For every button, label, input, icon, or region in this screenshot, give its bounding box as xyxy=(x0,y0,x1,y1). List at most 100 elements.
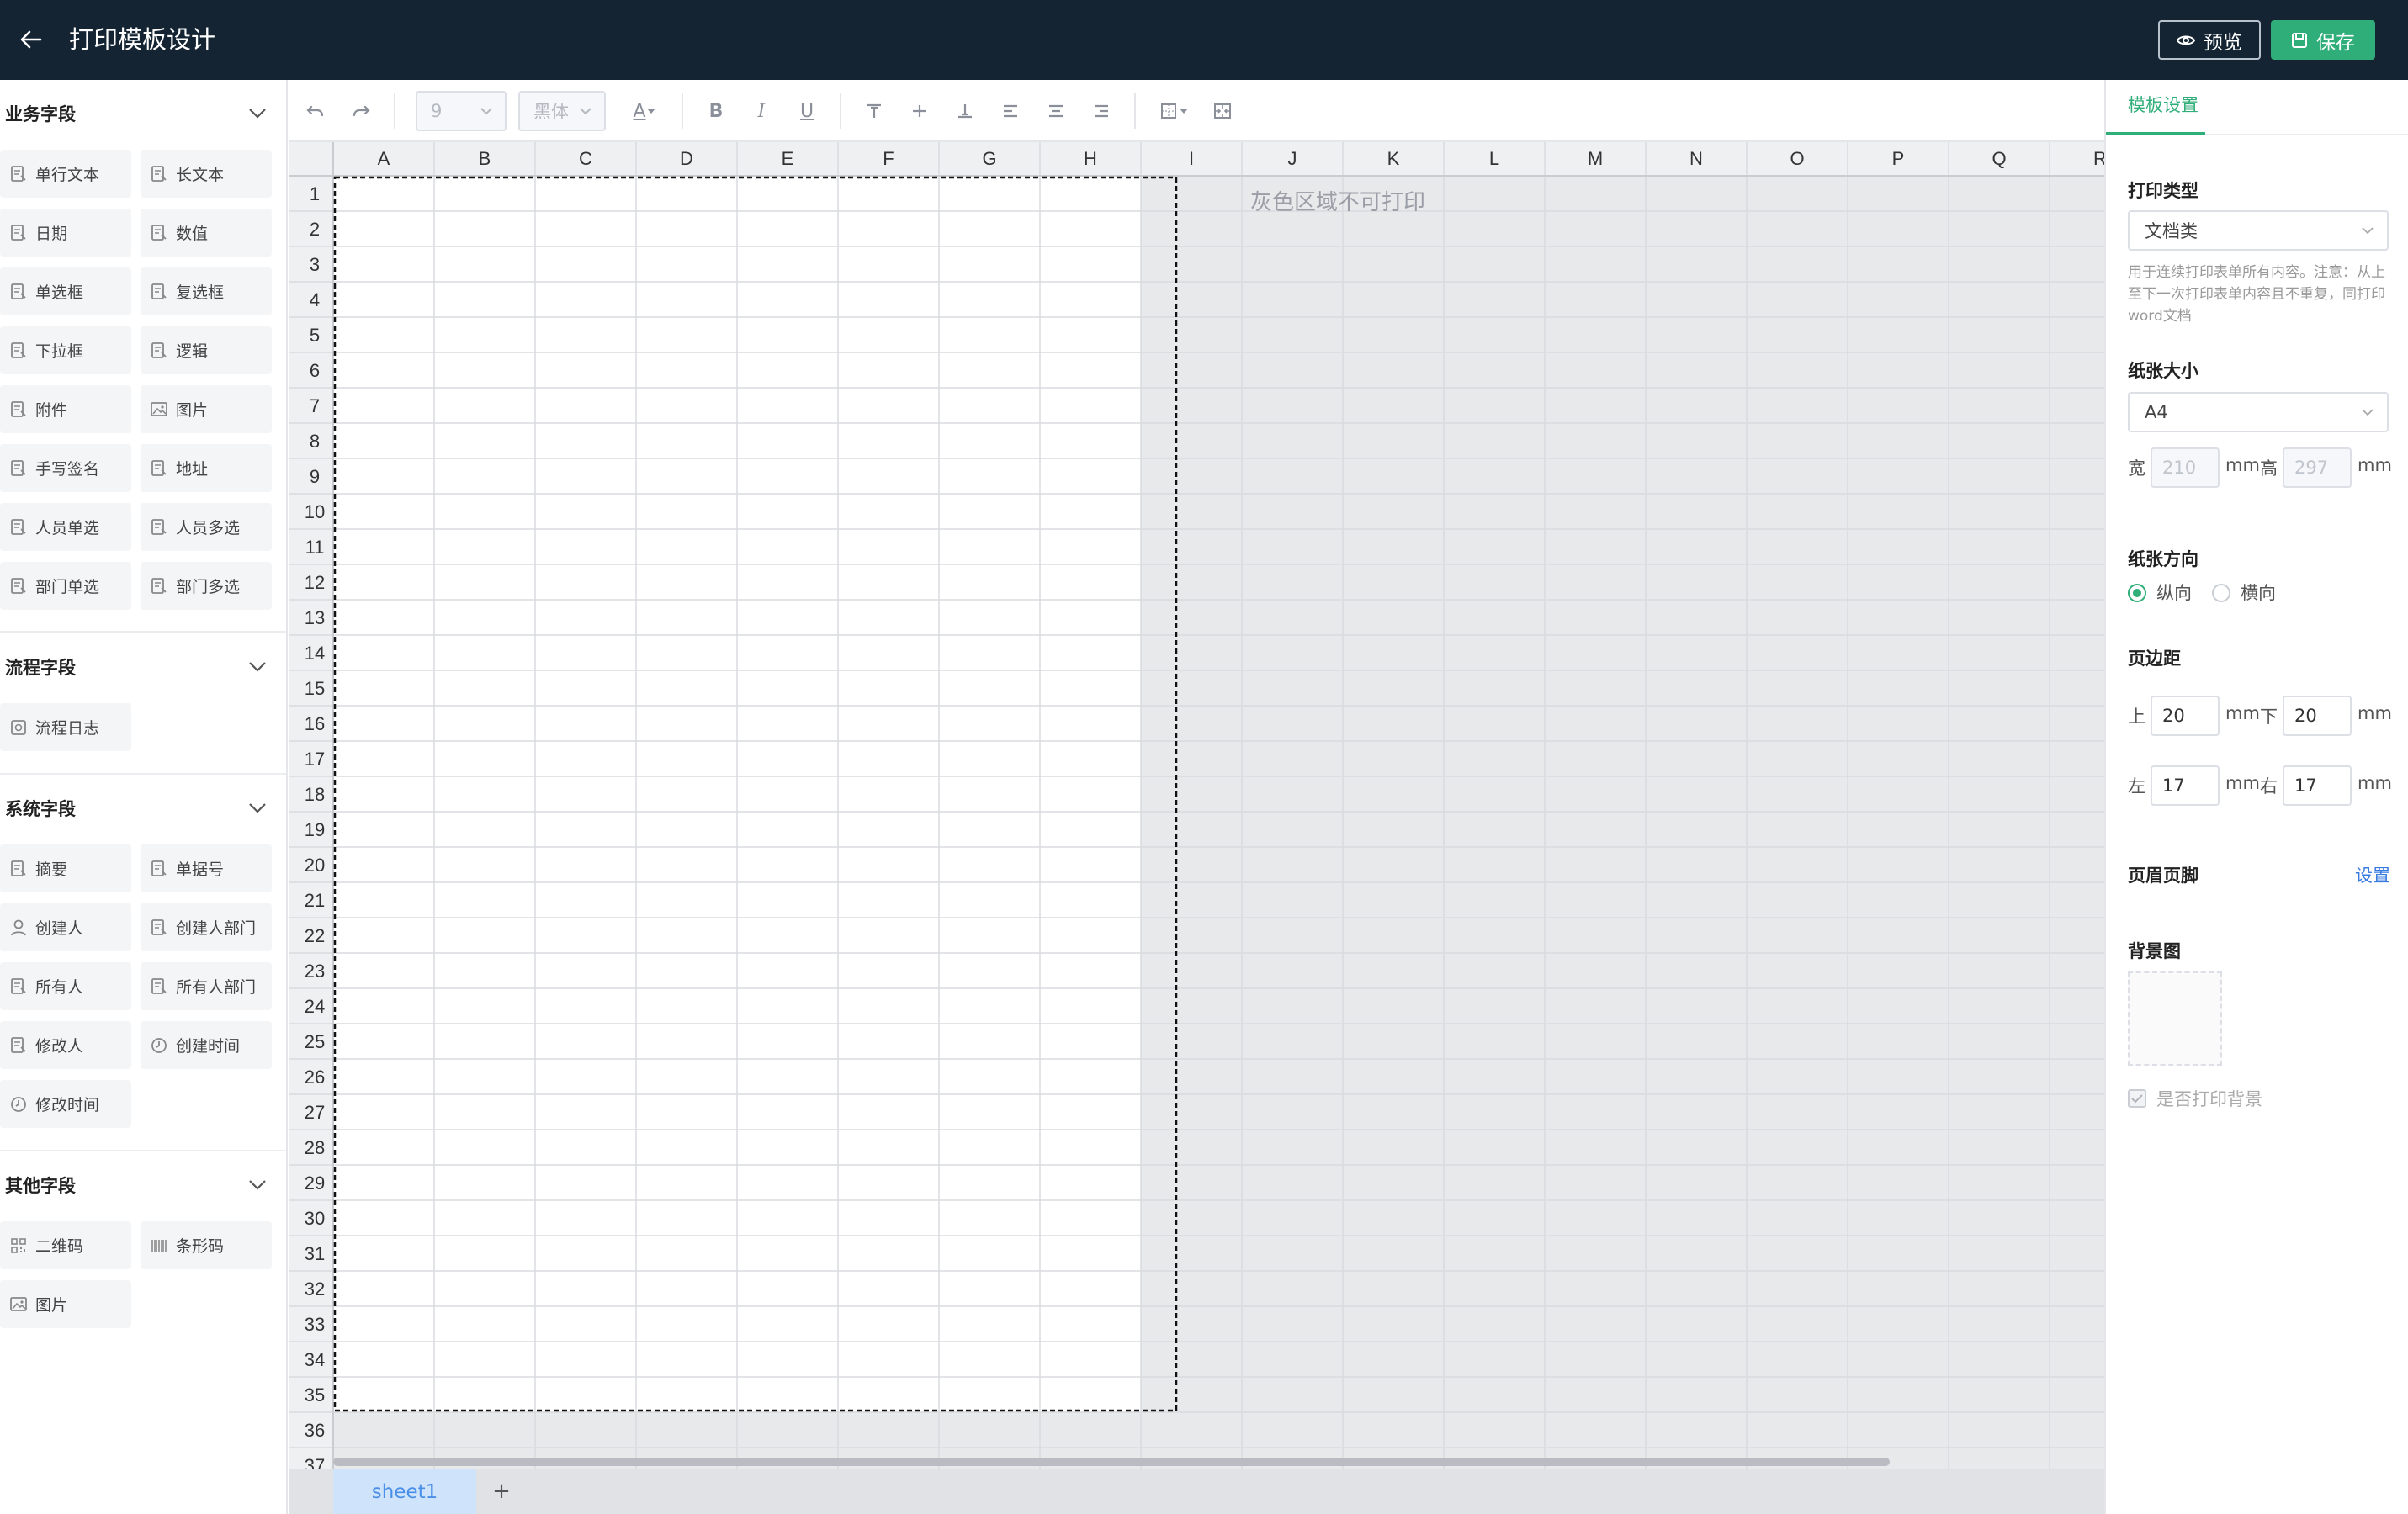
field-group-title: 系统字段 xyxy=(5,799,76,819)
field-icon xyxy=(11,977,26,994)
add-sheet-button[interactable]: + xyxy=(488,1478,515,1505)
field-item[interactable]: 数值 xyxy=(141,209,272,257)
align-left-icon[interactable] xyxy=(996,95,1025,127)
portrait-radio[interactable] xyxy=(2128,584,2146,602)
align-middle-icon[interactable] xyxy=(905,95,934,127)
field-item[interactable]: 摘要 xyxy=(0,844,131,892)
row-header-label: 10 xyxy=(305,501,325,522)
field-item[interactable]: 创建时间 xyxy=(141,1021,272,1069)
border-button[interactable] xyxy=(1154,95,1195,127)
column-header-label: B xyxy=(479,148,491,169)
margin-right-input[interactable]: 17 xyxy=(2283,765,2352,806)
field-item[interactable]: 所有人 xyxy=(0,962,131,1010)
column-header-bar xyxy=(289,142,2104,176)
field-item[interactable]: 单据号 xyxy=(141,844,272,892)
column-header-label: O xyxy=(1790,148,1804,169)
field-group-header[interactable]: 业务字段 xyxy=(0,95,286,132)
barcode-icon xyxy=(151,1239,167,1252)
toolbar-divider xyxy=(1134,93,1136,129)
field-item[interactable]: 复选框 xyxy=(141,267,272,315)
row-header-label: 11 xyxy=(305,537,325,558)
column-header-label: G xyxy=(982,148,996,169)
field-group-header[interactable]: 系统字段 xyxy=(0,790,286,827)
chevron-down-icon[interactable] xyxy=(246,655,269,679)
margin-left-input[interactable]: 17 xyxy=(2151,765,2220,806)
underline-icon[interactable]: U xyxy=(793,95,821,127)
field-item[interactable]: 所有人部门 xyxy=(141,962,272,1010)
field-item[interactable]: 二维码 xyxy=(0,1221,131,1269)
paper-size-select[interactable]: A4 xyxy=(2128,392,2389,432)
field-item[interactable]: 附件 xyxy=(0,385,131,433)
print-background-checkbox[interactable] xyxy=(2128,1089,2146,1108)
field-group-header[interactable]: 其他字段 xyxy=(0,1167,286,1204)
font-color-button[interactable]: A xyxy=(624,95,665,127)
chevron-down-icon[interactable] xyxy=(246,1173,269,1197)
chevron-down-icon[interactable] xyxy=(246,102,269,125)
image-icon xyxy=(10,1296,27,1311)
align-top-icon[interactable] xyxy=(860,95,888,127)
field-item-label: 修改人 xyxy=(35,1037,84,1056)
field-item[interactable]: 人员多选 xyxy=(141,503,272,551)
field-item-label: 所有人部门 xyxy=(176,978,257,997)
merge-cells-icon[interactable] xyxy=(1208,95,1237,127)
header-footer-settings-link[interactable]: 设置 xyxy=(2355,862,2390,887)
field-item[interactable]: 下拉框 xyxy=(0,326,131,374)
field-item-label: 长文本 xyxy=(176,166,225,184)
redo-icon[interactable] xyxy=(347,95,375,127)
field-item[interactable]: 流程日志 xyxy=(0,703,131,751)
chevron-down-icon[interactable] xyxy=(246,797,269,820)
caret-down-icon xyxy=(646,109,655,114)
row-header-label: 5 xyxy=(310,325,320,346)
bold-icon[interactable]: B xyxy=(702,95,730,127)
row-header-label: 25 xyxy=(305,1031,325,1052)
background-upload[interactable] xyxy=(2128,971,2222,1066)
row-header-label: 3 xyxy=(310,254,320,275)
field-item[interactable]: 日期 xyxy=(0,209,131,257)
field-item[interactable]: 修改时间 xyxy=(0,1080,131,1128)
margin-bottom-input[interactable]: 20 xyxy=(2283,696,2352,736)
landscape-radio[interactable] xyxy=(2212,584,2230,602)
field-item-label: 单选框 xyxy=(35,283,84,302)
undo-icon[interactable] xyxy=(301,95,330,127)
field-item[interactable]: 修改人 xyxy=(0,1021,131,1069)
align-right-icon[interactable] xyxy=(1087,95,1116,127)
tab-template-settings[interactable]: 模板设置 xyxy=(2128,92,2198,117)
horizontal-scrollbar[interactable] xyxy=(333,1458,1890,1466)
italic-icon[interactable]: I xyxy=(747,95,776,127)
image-icon xyxy=(151,401,167,416)
field-group-header[interactable]: 流程字段 xyxy=(0,648,286,686)
spreadsheet-grid[interactable]: A B C D E F G H I J K L M N O P Q R 1 2 3 4 5 6 7 8 9 10 11 12 13 14 15 1… xyxy=(289,142,2104,1469)
font-size-select[interactable]: 9 xyxy=(416,91,507,131)
field-item[interactable]: 单选框 xyxy=(0,267,131,315)
row-header-label: 15 xyxy=(305,678,325,699)
align-center-icon[interactable] xyxy=(1042,95,1070,127)
column-header-label: R xyxy=(2093,148,2104,169)
sheet-tab[interactable]: sheet1 xyxy=(333,1469,476,1514)
align-bottom-icon[interactable] xyxy=(951,95,979,127)
paper-height-input[interactable]: 297 xyxy=(2283,447,2352,488)
field-item[interactable]: 部门单选 xyxy=(0,562,131,610)
field-item[interactable]: 人员单选 xyxy=(0,503,131,551)
paper-width-input[interactable]: 210 xyxy=(2151,447,2220,488)
field-item[interactable]: 部门多选 xyxy=(141,562,272,610)
field-item[interactable]: 单行文本 xyxy=(0,150,131,198)
field-item[interactable]: 条形码 xyxy=(141,1221,272,1269)
preview-button[interactable]: 预览 xyxy=(2158,20,2261,60)
field-item[interactable]: 地址 xyxy=(141,444,272,492)
field-item[interactable]: 创建人 xyxy=(0,903,131,951)
field-item[interactable]: 逻辑 xyxy=(141,326,272,374)
border-icon xyxy=(1161,103,1176,119)
back-arrow-icon[interactable] xyxy=(12,20,50,59)
field-item[interactable]: 创建人部门 xyxy=(141,903,272,951)
margin-top-input[interactable]: 20 xyxy=(2151,696,2220,736)
column-header-label: N xyxy=(1689,148,1703,169)
field-item[interactable]: 手写签名 xyxy=(0,444,131,492)
field-item[interactable]: 图片 xyxy=(0,1280,131,1328)
font-family-select[interactable]: 黑体 xyxy=(518,91,606,131)
save-button[interactable]: 保存 xyxy=(2271,20,2375,60)
field-item[interactable]: 长文本 xyxy=(141,150,272,198)
print-type-select[interactable]: 文档类 xyxy=(2128,210,2389,251)
field-item[interactable]: 图片 xyxy=(141,385,272,433)
width-label: 宽 xyxy=(2128,458,2145,479)
field-item-label: 流程日志 xyxy=(35,719,100,738)
